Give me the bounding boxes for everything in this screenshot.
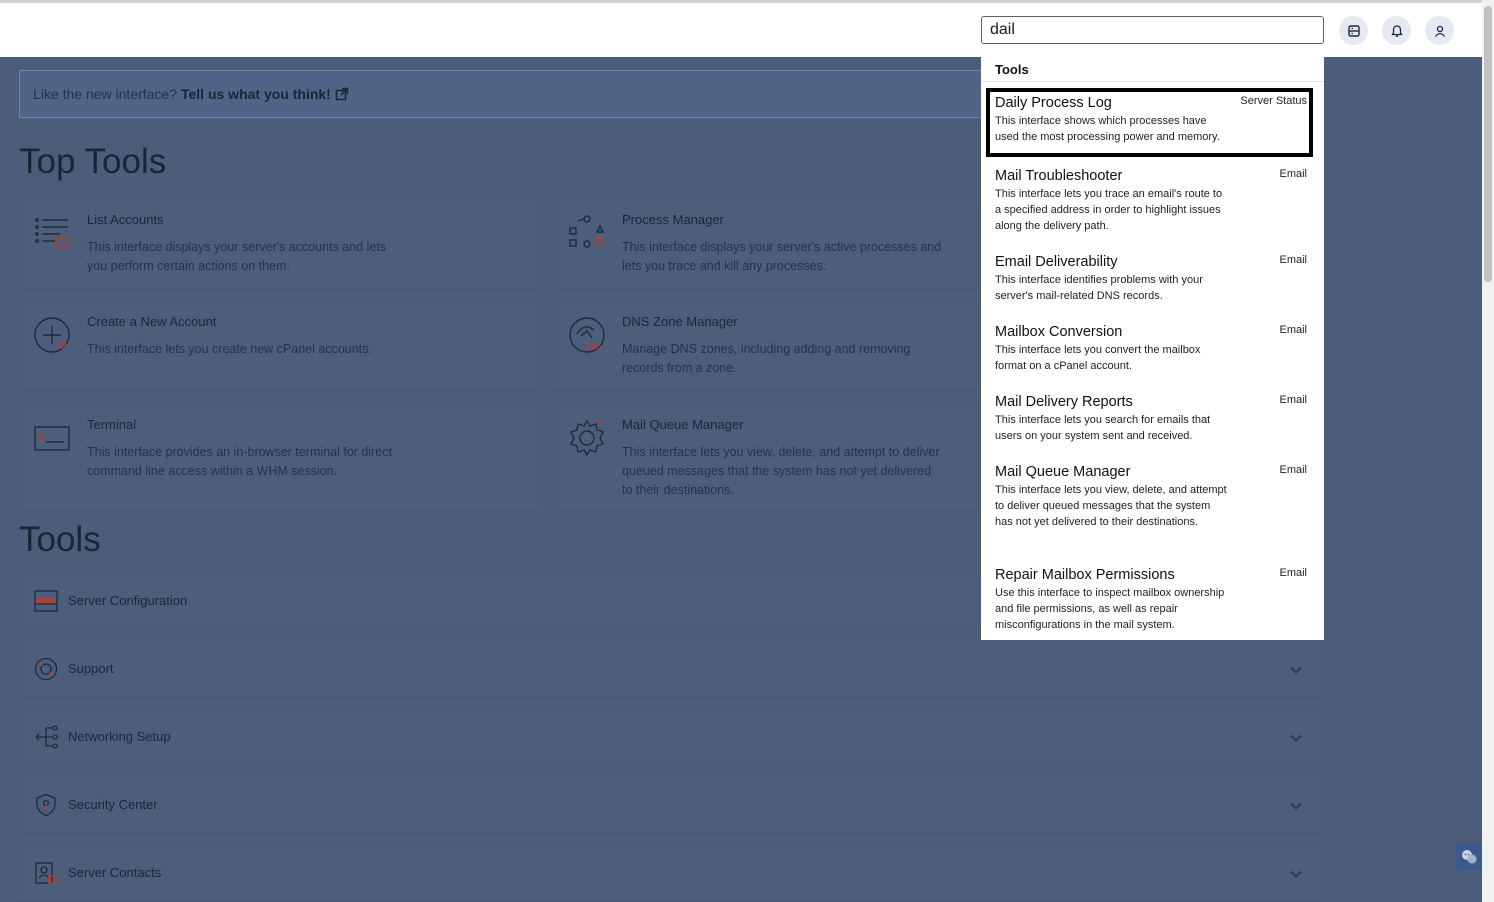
result-title: Mail Delivery Reports: [995, 394, 1133, 410]
user-icon: [1434, 25, 1445, 37]
result-title: Email Deliverability: [995, 254, 1118, 270]
card-process-manager[interactable]: Process Manager This interface displays …: [554, 198, 976, 288]
results-group-heading: Tools: [995, 62, 1029, 77]
card-mail-queue-manager[interactable]: Mail Queue Manager This interface lets y…: [554, 403, 976, 511]
contacts-icon: [35, 862, 58, 884]
result-item-repair-mailbox-permissions[interactable]: Repair Mailbox Permissions Use this inte…: [986, 560, 1313, 640]
chevron-down-icon[interactable]: [1289, 867, 1303, 881]
result-title: Mail Queue Manager: [995, 464, 1131, 480]
section-label: Support: [68, 661, 114, 676]
scrollbar-thumb[interactable]: [1484, 6, 1492, 282]
bell-icon: [1390, 24, 1403, 37]
card-create-account[interactable]: Create a New Account This interface lets…: [19, 300, 541, 390]
tools-heading: Tools: [19, 520, 101, 559]
section-label: Networking Setup: [68, 729, 171, 744]
section-label: Server Configuration: [68, 593, 188, 608]
section-support[interactable]: Support: [19, 642, 1321, 696]
result-category: Email: [1279, 168, 1307, 180]
result-item-mail-delivery-reports[interactable]: Mail Delivery Reports This interface let…: [986, 387, 1313, 451]
process-manager-icon: [569, 215, 605, 248]
result-category: Server Status: [1240, 95, 1307, 107]
result-item-email-deliverability[interactable]: Email Deliverability This interface iden…: [986, 247, 1313, 311]
section-label: Security Center: [68, 797, 158, 812]
section-networking-setup[interactable]: Networking Setup: [19, 710, 1321, 764]
result-title: Mailbox Conversion: [995, 324, 1123, 340]
result-category: Email: [1279, 394, 1307, 406]
section-label: Server Contacts: [68, 865, 162, 880]
search-results-dropdown: Tools Daily Process Log This interface s…: [981, 57, 1324, 640]
chevron-down-icon[interactable]: [1289, 799, 1303, 813]
result-item-mail-troubleshooter[interactable]: Mail Troubleshooter This interface lets …: [986, 161, 1313, 241]
external-link-icon[interactable]: [335, 87, 349, 101]
card-list-accounts[interactable]: List Accounts This interface displays yo…: [19, 198, 541, 288]
card-description: This interface displays your server's ac…: [622, 240, 942, 273]
result-description: This interface identifies problems with …: [995, 274, 1203, 302]
user-menu-button[interactable]: [1425, 16, 1454, 45]
result-title: Mail Troubleshooter: [995, 168, 1123, 184]
result-description: This interface shows which processes hav…: [995, 115, 1220, 143]
result-description: This interface lets you convert the mail…: [995, 344, 1201, 372]
result-description: This interface lets you trace an email's…: [995, 188, 1223, 232]
list-accounts-icon: [35, 217, 70, 247]
result-category: Email: [1279, 464, 1307, 476]
svg-text:DNS: DNS: [585, 342, 602, 351]
top-tools-heading: Top Tools: [19, 142, 167, 181]
card-description: This interface lets you create new cPane…: [87, 342, 372, 356]
notifications-button[interactable]: [1382, 16, 1411, 45]
card-title: Create a New Account: [87, 314, 217, 329]
search-input[interactable]: [981, 16, 1324, 44]
chevron-down-icon[interactable]: [1289, 663, 1303, 677]
terminal-icon: [34, 426, 70, 451]
card-title: List Accounts: [87, 212, 164, 227]
feedback-link[interactable]: Tell us what you think!: [181, 86, 331, 102]
page-scrollbar[interactable]: [1482, 0, 1494, 902]
chat-widget-button[interactable]: [1456, 843, 1482, 870]
card-dns-zone-manager[interactable]: DNS DNS Zone Manager Manage DNS zones, i…: [554, 300, 976, 390]
result-item-mailbox-conversion[interactable]: Mailbox Conversion This interface lets y…: [986, 317, 1313, 381]
result-category: Email: [1279, 324, 1307, 336]
result-description: This interface lets you view, delete, an…: [995, 484, 1227, 528]
support-icon: [34, 657, 58, 681]
gear-icon: [570, 419, 604, 457]
card-description: Manage DNS zones, including adding and r…: [622, 342, 911, 375]
result-description: Use this interface to inspect mailbox ow…: [995, 587, 1225, 631]
server-config-icon: [34, 590, 58, 612]
result-item-daily-process-log[interactable]: Daily Process Log This interface shows w…: [986, 88, 1313, 157]
chat-icon: [1462, 849, 1477, 863]
result-description: This interface lets you search for email…: [995, 414, 1211, 442]
card-title: Mail Queue Manager: [622, 417, 744, 432]
result-title: Repair Mailbox Permissions: [995, 567, 1175, 583]
card-title: DNS Zone Manager: [622, 314, 738, 329]
section-server-contacts[interactable]: Server Contacts: [19, 846, 1321, 900]
network-icon: [35, 725, 58, 749]
section-security-center[interactable]: Security Center: [19, 778, 1321, 832]
card-terminal[interactable]: Terminal This interface provides an in-b…: [19, 403, 541, 511]
server-icon: [1347, 24, 1360, 37]
divider: [981, 81, 1324, 82]
chevron-down-icon[interactable]: [1289, 731, 1303, 745]
security-icon: [36, 793, 56, 817]
create-account-icon: [34, 317, 70, 353]
card-title: Terminal: [87, 417, 137, 432]
card-description: This interface provides an in-browser te…: [87, 445, 392, 478]
card-title: Process Manager: [622, 212, 724, 227]
result-item-mail-queue-manager[interactable]: Mail Queue Manager This interface lets y…: [986, 457, 1313, 537]
result-category: Email: [1279, 254, 1307, 266]
card-description: This interface displays your server's ac…: [87, 240, 387, 273]
result-category: Email: [1279, 567, 1307, 579]
card-description: This interface lets you view, delete, an…: [622, 445, 940, 497]
feedback-text: Like the new interface?: [33, 86, 177, 102]
dns-zone-icon: DNS: [569, 317, 605, 353]
server-button[interactable]: [1339, 16, 1368, 45]
